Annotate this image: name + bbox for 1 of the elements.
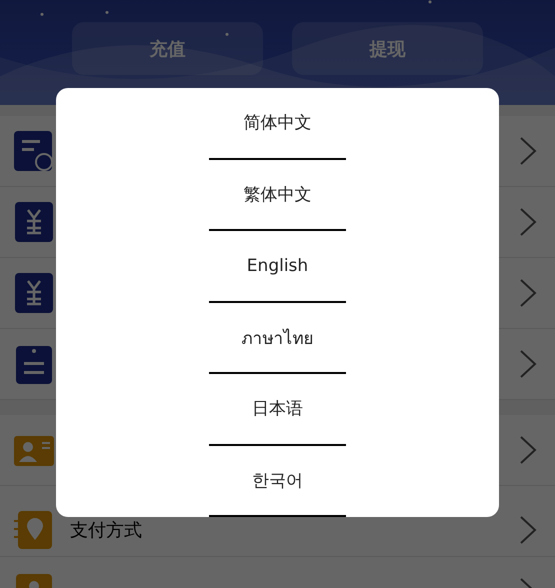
- menu-label: 支付方式: [70, 519, 142, 542]
